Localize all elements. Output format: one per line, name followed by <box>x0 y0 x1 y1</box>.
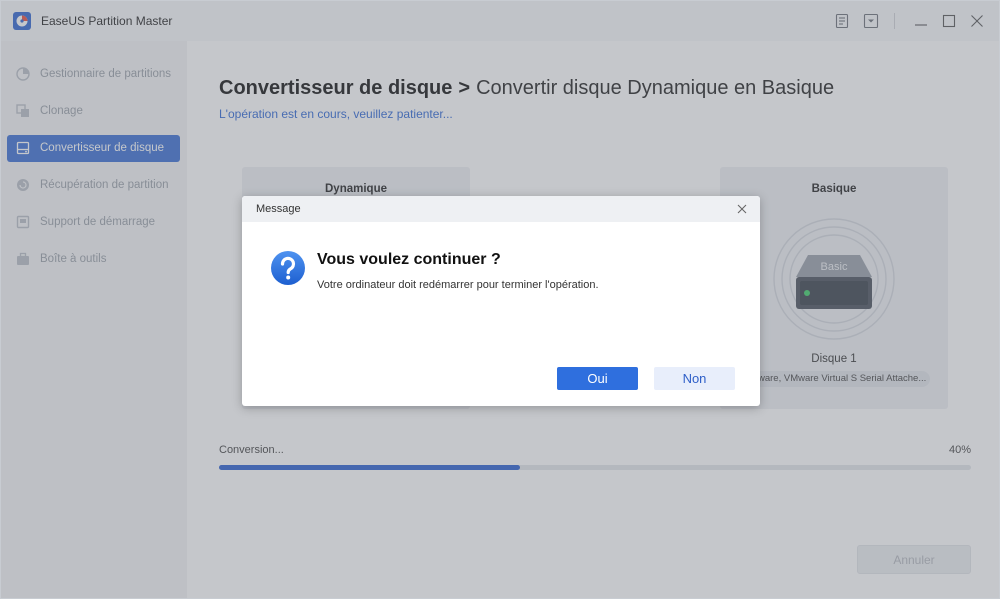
dialog-title: Message <box>256 203 301 215</box>
dialog-heading: Vous voulez continuer ? <box>317 251 501 268</box>
confirm-dialog: Message Vous voulez continuer ? Votre or… <box>242 196 760 406</box>
dialog-header: Message <box>242 196 760 222</box>
yes-button[interactable]: Oui <box>557 367 638 390</box>
question-icon <box>271 251 305 285</box>
dialog-message: Votre ordinateur doit redémarrer pour te… <box>317 279 599 291</box>
app-window: EaseUS Partition Master Gestionnaire de … <box>0 0 1000 599</box>
dialog-close-icon[interactable] <box>736 203 748 215</box>
no-button[interactable]: Non <box>654 367 735 390</box>
